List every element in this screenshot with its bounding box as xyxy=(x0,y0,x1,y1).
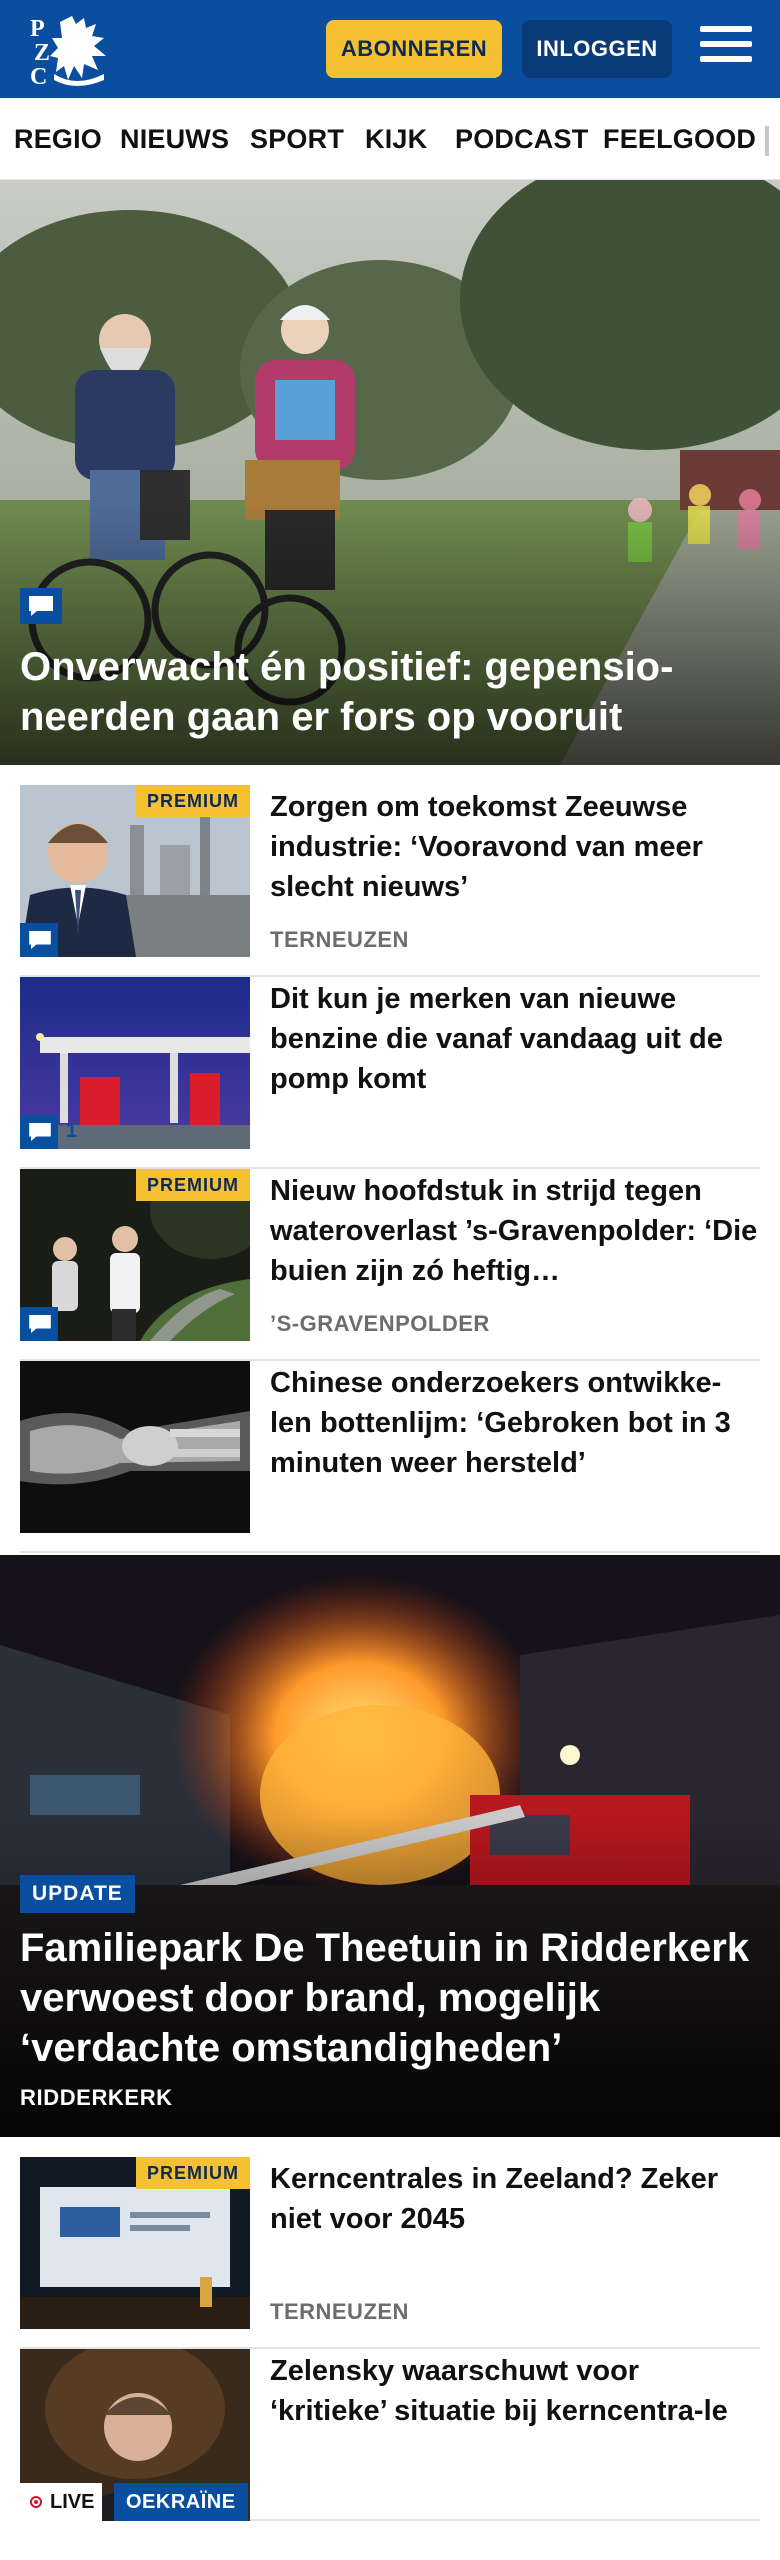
article-row[interactable]: LIVE OEKRAÏNE Zelensky waarschuwt voor ‘… xyxy=(20,2349,760,2521)
svg-text:Z: Z xyxy=(34,40,50,66)
hero-title[interactable]: Onverwacht én positief: gepensio-neerden… xyxy=(20,642,750,742)
article-title[interactable]: Zorgen om toekomst Zeeuwse industrie: ‘V… xyxy=(270,787,760,907)
top-bar: P Z C ABONNEREN INLOGGEN xyxy=(0,0,780,98)
article-title[interactable]: Nieuw hoofdstuk in strijd tegen waterove… xyxy=(270,1171,760,1291)
nav-item-regio[interactable]: REGIO xyxy=(14,124,102,155)
article-title[interactable]: Zelensky waarschuwt voor ‘kritieke’ situ… xyxy=(270,2351,760,2431)
comment-count: 1 xyxy=(66,1120,78,1142)
section-nav: REGIO NIEUWS SPORT KIJK PODCAST FEELGOOD xyxy=(0,98,780,180)
nav-overflow-indicator xyxy=(765,126,769,156)
hero-article[interactable]: Onverwacht én positief: gepensio-neerden… xyxy=(0,180,780,765)
topic-badge: OEKRAÏNE xyxy=(114,2483,248,2521)
premium-badge: PREMIUM xyxy=(136,1169,250,1201)
article-row[interactable]: PREMIUM Kerncentrales in Zeeland? Zeker … xyxy=(20,2157,760,2349)
article-thumbnail: 1 xyxy=(20,977,250,1149)
article-location: TERNEUZEN xyxy=(270,927,409,952)
featured-article[interactable]: UPDATE Familiepark De Theetuin in Ridder… xyxy=(0,1555,780,2137)
article-thumbnail: PREMIUM xyxy=(20,1169,250,1341)
menu-icon[interactable] xyxy=(700,26,752,70)
article-thumbnail: PREMIUM xyxy=(20,785,250,957)
article-title[interactable]: Chinese onderzoekers ontwikke-len botten… xyxy=(270,1363,760,1483)
nav-item-podcast[interactable]: PODCAST xyxy=(455,124,588,155)
live-badge: LIVE xyxy=(20,2483,103,2521)
live-label: LIVE xyxy=(50,2491,95,2513)
article-location: TERNEUZEN xyxy=(270,2299,409,2324)
pzc-logo[interactable]: P Z C xyxy=(26,12,112,90)
comment-icon xyxy=(20,1115,58,1149)
nav-item-feelgood[interactable]: FEELGOOD xyxy=(603,124,756,155)
subscribe-button[interactable]: ABONNEREN xyxy=(326,20,502,78)
comment-icon xyxy=(20,1307,58,1341)
feature-location: RIDDERKERK xyxy=(20,2085,173,2110)
article-row[interactable]: PREMIUM Zorgen om toekomst Zeeuwse indus… xyxy=(20,785,760,977)
article-row[interactable]: PREMIUM Nieuw hoofdstuk in strijd tegen … xyxy=(20,1169,760,1361)
nav-item-nieuws[interactable]: NIEUWS xyxy=(120,124,229,155)
article-thumbnail: PREMIUM xyxy=(20,2157,250,2329)
svg-text:P: P xyxy=(30,16,45,42)
nav-item-kijk[interactable]: KIJK xyxy=(365,124,427,155)
premium-badge: PREMIUM xyxy=(136,2157,250,2189)
svg-text:C: C xyxy=(30,64,47,88)
article-row[interactable]: Chinese onderzoekers ontwikke-len botten… xyxy=(20,1361,760,1553)
article-thumbnail: LIVE OEKRAÏNE xyxy=(20,2349,250,2521)
login-button[interactable]: INLOGGEN xyxy=(522,20,672,78)
article-row[interactable]: 1 Dit kun je merken van nieuwe benzine d… xyxy=(20,977,760,1169)
article-thumbnail xyxy=(20,1361,250,1533)
comment-icon xyxy=(20,588,62,624)
comment-icon xyxy=(20,923,58,957)
live-dot-icon xyxy=(30,2496,42,2508)
premium-badge: PREMIUM xyxy=(136,785,250,817)
nav-item-sport[interactable]: SPORT xyxy=(250,124,344,155)
update-badge: UPDATE xyxy=(20,1875,135,1913)
article-title[interactable]: Dit kun je merken van nieuwe benzine die… xyxy=(270,979,760,1099)
article-title[interactable]: Kerncentrales in Zeeland? Zeker niet voo… xyxy=(270,2159,760,2239)
article-location: ’S-GRAVENPOLDER xyxy=(270,1311,490,1336)
feature-title[interactable]: Familiepark De Theetuin in Ridderkerk ve… xyxy=(20,1923,770,2073)
